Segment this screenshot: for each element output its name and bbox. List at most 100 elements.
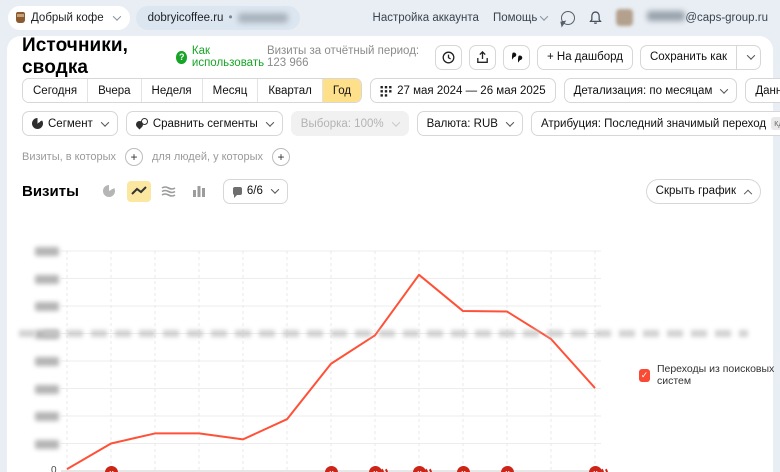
help-green-icon: ? [176, 51, 186, 64]
annotation-bubble-icon: н [501, 466, 514, 472]
save-as-button[interactable]: Сохранить как [640, 45, 737, 70]
page-title: Источники, сводка [22, 35, 164, 79]
period-segmented-control: Сегодня Вчера Неделя Месяц Квартал Год [22, 78, 362, 103]
y-axis-label-blurred [35, 247, 59, 256]
attribution-dropdown[interactable]: Атрибуция: Последний значимый переход кд [531, 111, 780, 136]
history-button[interactable] [435, 45, 462, 70]
site-pill[interactable]: dobryicoffee.ru • [136, 6, 300, 30]
report-card: Источники, сводка ? Как использовать Виз… [7, 36, 773, 472]
clock-icon [442, 51, 455, 64]
annotation-bubble-icon: н [413, 466, 426, 472]
chart-type-pie[interactable] [97, 181, 121, 202]
period-today[interactable]: Сегодня [23, 79, 88, 102]
how-to-use-link[interactable]: Как использовать [192, 45, 267, 69]
y-axis-label-blurred [35, 440, 59, 449]
period-week[interactable]: Неделя [142, 79, 203, 102]
date-range-button[interactable]: 27 мая 2024 — 26 мая 2025 [370, 78, 555, 103]
columns-chart-icon [192, 185, 206, 197]
line-chart-canvas[interactable] [35, 248, 610, 472]
annotation-marker[interactable]: н [413, 466, 435, 472]
chart-type-line[interactable] [127, 181, 151, 202]
visits-chart: Май 24Июл 24Сен 24Ноя 24Янв 25Мар 25Май … [7, 204, 780, 472]
annotation-bubble-icon: н [369, 466, 382, 472]
legend-checkbox[interactable]: ✓ [639, 369, 650, 382]
compare-segments-icon [136, 118, 148, 129]
topbar: Добрый кофе dobryicoffee.ru • Настройка … [0, 0, 780, 35]
visits-period-value: 123 966 [267, 57, 309, 69]
chart-title: Визиты [22, 183, 79, 200]
legend-label: Переходы из поисковых систем [657, 363, 780, 387]
visits-period-summary: Визиты за отчётный период: 123 966 [267, 45, 425, 69]
notes-filter-button[interactable]: 6/6 [223, 179, 288, 204]
chevron-down-icon [506, 118, 514, 126]
export-button[interactable] [469, 45, 496, 70]
annotation-marker[interactable]: н [501, 466, 523, 472]
chevron-down-icon [271, 185, 279, 193]
period-year[interactable]: Год [323, 79, 361, 102]
calendar-icon [380, 85, 392, 97]
chevron-down-icon [720, 85, 728, 93]
annotation-marker[interactable]: н [457, 466, 479, 472]
header-buttons: + На дашборд Сохранить как [435, 45, 761, 70]
bell-icon[interactable] [589, 11, 602, 25]
chevron-up-icon [744, 190, 752, 198]
add-people-condition-button[interactable]: + [272, 148, 290, 166]
topbar-right: Настройка аккаунта Помощь @caps-group.ru [373, 9, 780, 26]
add-to-dashboard-button[interactable]: + На дашборд [537, 45, 633, 70]
account-settings-link[interactable]: Настройка аккаунта [373, 12, 479, 24]
coffee-favicon-icon [16, 12, 25, 23]
chevron-down-icon [112, 12, 120, 20]
chart-type-area[interactable] [157, 181, 181, 202]
add-visit-condition-button[interactable]: + [125, 148, 143, 166]
chart-type-columns[interactable] [187, 181, 211, 202]
attribution-badge: кд [771, 117, 780, 130]
note-bubble-icon [233, 187, 242, 195]
hide-chart-button[interactable]: Скрыть график [646, 179, 761, 204]
chevron-down-icon [540, 12, 548, 20]
y-axis-label-blurred [35, 385, 59, 394]
currency-dropdown[interactable]: Валюта: RUB [417, 111, 523, 136]
annotation-marker[interactable]: н [325, 466, 347, 472]
site-domain: dobryicoffee.ru [148, 12, 224, 24]
user-email[interactable]: @caps-group.ru [647, 11, 768, 24]
project-selector[interactable]: Добрый кофе [8, 6, 130, 30]
y-axis-label-blurred [35, 302, 59, 311]
line-chart-icon [131, 185, 147, 197]
chevron-down-icon [746, 51, 754, 59]
avatar[interactable] [616, 9, 633, 26]
detalization-dropdown[interactable]: Детализация: по месяцам [564, 78, 738, 103]
segment-dropdown[interactable]: Сегмент [22, 111, 118, 136]
annotation-marker[interactable]: н [589, 466, 611, 472]
data-mode-dropdown[interactable]: Данные: с роботами [745, 78, 780, 103]
project-name: Добрый кофе [31, 12, 104, 24]
paw-marks-icon [509, 51, 523, 64]
chat-icon[interactable] [561, 11, 575, 25]
date-range-value: 27 мая 2024 — 26 мая 2025 [397, 85, 545, 97]
blurred-site-id [238, 13, 288, 23]
chart-header-row: Визиты 6/6 [22, 178, 761, 204]
compare-segments-dropdown[interactable]: Сравнить сегменты [126, 111, 283, 136]
segment-builder-row: Визиты, в которых + для людей, у которых… [22, 146, 290, 168]
period-yesterday[interactable]: Вчера [88, 79, 141, 102]
upload-icon [476, 51, 489, 64]
save-as-dropdown[interactable] [737, 45, 761, 70]
period-quarter[interactable]: Квартал [258, 79, 322, 102]
chart-legend: ✓ Переходы из поисковых систем [639, 363, 780, 387]
period-month[interactable]: Месяц [203, 79, 259, 102]
visits-condition-label: Визиты, в которых [22, 151, 116, 163]
marks-button[interactable] [503, 45, 530, 70]
y-axis-label-blurred [35, 412, 59, 421]
annotation-bubble-icon: н [325, 466, 338, 472]
save-as-split-button: Сохранить как [640, 45, 761, 70]
sampling-dropdown[interactable]: Выборка: 100% [291, 111, 409, 136]
yandex-metrica-app: Добрый кофе dobryicoffee.ru • Настройка … [0, 0, 780, 472]
blurred-email-user [647, 11, 685, 21]
stacked-area-icon [161, 185, 176, 197]
annotation-marker[interactable]: н [369, 466, 391, 472]
report-header: Источники, сводка ? Как использовать Виз… [22, 44, 761, 70]
annotation-bubble-icon: н [457, 466, 470, 472]
dot-separator: • [228, 12, 232, 24]
annotation-marker[interactable]: н [105, 466, 127, 472]
help-menu[interactable]: Помощь [493, 12, 547, 24]
annotation-bubble-icon: н [589, 466, 602, 472]
